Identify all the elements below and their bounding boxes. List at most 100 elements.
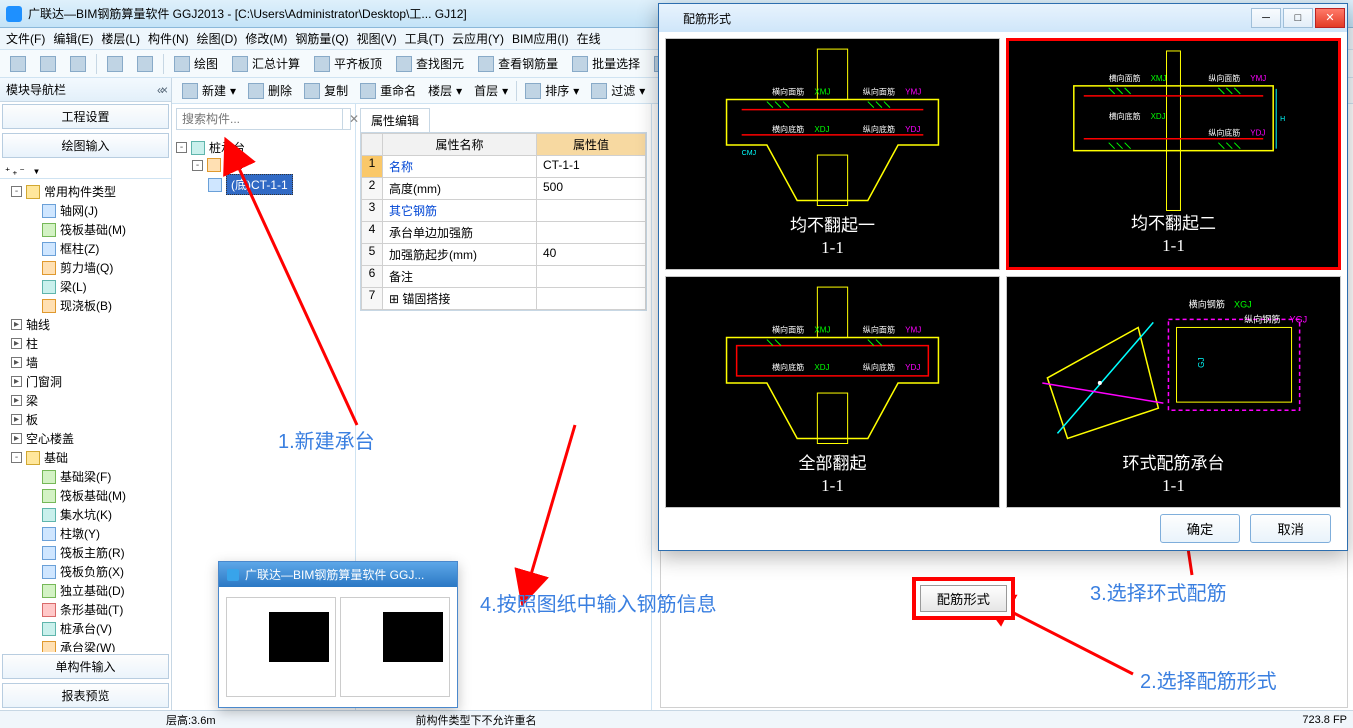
expand-icon[interactable]: ▸ <box>11 357 22 368</box>
property-value[interactable]: 40 <box>537 244 646 266</box>
menu-item[interactable]: 楼层(L) <box>101 30 140 47</box>
undo-icon[interactable] <box>103 54 127 74</box>
property-value[interactable]: 500 <box>537 178 646 200</box>
draw-input-button[interactable]: 绘图输入 <box>2 133 169 158</box>
property-tab[interactable]: 属性编辑 <box>360 108 430 132</box>
menu-item[interactable]: 绘图(D) <box>197 30 238 47</box>
expand-icon[interactable]: ⊞ <box>389 292 402 306</box>
rebar-icon[interactable]: 查看钢筋量 <box>474 53 562 74</box>
tree-row[interactable]: 柱墩(Y) <box>3 524 168 543</box>
toolbar-sort-icon[interactable]: 排序 ▾ <box>521 80 583 101</box>
tree-row[interactable]: 剪力墙(Q) <box>3 258 168 277</box>
open-folder-icon[interactable] <box>36 54 60 74</box>
toolbar-rename-icon[interactable]: 重命名 <box>356 80 420 101</box>
toolbar-楼层[interactable]: 楼层 ▾ <box>424 80 466 101</box>
sigma-icon[interactable]: 汇总计算 <box>228 53 304 74</box>
expand-icon[interactable]: - <box>11 186 22 197</box>
tree-row[interactable]: 桩承台(V) <box>3 619 168 638</box>
property-row[interactable]: 5加强筋起步(mm)40 <box>361 244 646 266</box>
expand-icon[interactable]: ▸ <box>11 395 22 406</box>
tree-row[interactable]: 框柱(Z) <box>3 239 168 258</box>
rebar-option-2[interactable]: 横向面筋XMJ 纵向面筋YMJ 横向底筋XDJ 纵向底筋YDJ 全部翻起1-1 <box>665 276 1000 508</box>
property-value[interactable] <box>537 200 646 222</box>
tree-row[interactable]: 现浇板(B) <box>3 296 168 315</box>
tree-row[interactable]: 梁(L) <box>3 277 168 296</box>
close-button[interactable]: ✕ <box>1315 8 1345 28</box>
expand-icon[interactable]: ▸ <box>11 414 22 425</box>
toolbar-new-icon[interactable]: 新建 ▾ <box>178 80 240 101</box>
property-value[interactable] <box>537 288 646 310</box>
property-row[interactable]: 3其它钢筋 <box>361 200 646 222</box>
property-row[interactable]: 2高度(mm)500 <box>361 178 646 200</box>
expand-icon[interactable]: ▸ <box>11 433 22 444</box>
new-file-icon[interactable] <box>6 54 30 74</box>
component-instance-tree[interactable]: -桩承台-T-1(底)CT-1-1 <box>172 134 355 200</box>
property-row[interactable]: 4承台单边加强筋 <box>361 222 646 244</box>
tree-row[interactable]: 筏板主筋(R) <box>3 543 168 562</box>
tree-row[interactable]: ▸柱 <box>3 334 168 353</box>
expand-icon[interactable]: ▸ <box>11 338 22 349</box>
menu-item[interactable]: 视图(V) <box>357 30 397 47</box>
component-type-tree[interactable]: -常用构件类型轴网(J)筏板基础(M)框柱(Z)剪力墙(Q)梁(L)现浇板(B)… <box>0 179 171 652</box>
menu-item[interactable]: BIM应用(I) <box>512 30 569 47</box>
search-input[interactable] <box>177 109 342 129</box>
proj-settings-button[interactable]: 工程设置 <box>2 104 169 129</box>
menu-item[interactable]: 钢筋量(Q) <box>295 30 348 47</box>
cancel-button[interactable]: 取消 <box>1250 514 1331 543</box>
tree-row[interactable]: -常用构件类型 <box>3 182 168 201</box>
property-row[interactable]: 7⊞ 锚固搭接 <box>361 288 646 310</box>
batch-icon[interactable]: 批量选择 <box>568 53 644 74</box>
expand-icon[interactable]: - <box>11 452 22 463</box>
tree-row[interactable]: 集水坑(K) <box>3 505 168 524</box>
menu-item[interactable]: 云应用(Y) <box>452 30 504 47</box>
save-icon[interactable] <box>66 54 90 74</box>
menu-item[interactable]: 文件(F) <box>6 30 45 47</box>
tree-row[interactable]: 轴网(J) <box>3 201 168 220</box>
toolbar-icon[interactable]: ⁺₊⁻ ▾ <box>4 164 40 178</box>
tree-row[interactable]: 独立基础(D) <box>3 581 168 600</box>
menu-item[interactable]: 工具(T) <box>405 30 444 47</box>
property-value[interactable] <box>537 266 646 288</box>
expand-icon[interactable]: - <box>176 142 187 153</box>
instance-tree-row[interactable]: -桩承台 <box>176 138 351 157</box>
menu-item[interactable]: 修改(M) <box>245 30 287 47</box>
tree-row[interactable]: ▸轴线 <box>3 315 168 334</box>
toolbar-copy-icon[interactable]: 复制 <box>300 80 352 101</box>
menu-item[interactable]: 在线 <box>577 30 601 47</box>
tree-row[interactable]: 筏板基础(M) <box>3 220 168 239</box>
tree-row[interactable]: 基础梁(F) <box>3 467 168 486</box>
draw-icon[interactable]: 绘图 <box>170 53 222 74</box>
tree-row[interactable]: 承台梁(W) <box>3 638 168 652</box>
property-value[interactable] <box>537 222 646 244</box>
rebar-form-button[interactable]: 配筋形式 <box>920 585 1007 612</box>
find-icon[interactable]: 查找图元 <box>392 53 468 74</box>
minimize-button[interactable]: ─ <box>1251 8 1281 28</box>
redo-icon[interactable] <box>133 54 157 74</box>
menu-item[interactable]: 构件(N) <box>148 30 189 47</box>
tree-row[interactable]: -基础 <box>3 448 168 467</box>
tree-row[interactable]: ▸板 <box>3 410 168 429</box>
dialog-titlebar[interactable]: 配筋形式 ─ □ ✕ <box>659 4 1347 32</box>
rebar-option-0[interactable]: 横向面筋XMJ 纵向面筋YMJ 横向底筋XDJ 纵向底筋YDJ CMJ 均不翻起… <box>665 38 1000 270</box>
panel-chevrons[interactable]: « × <box>157 83 165 97</box>
align-top-icon[interactable]: 平齐板顶 <box>310 53 386 74</box>
toolbar-filter-icon[interactable]: 过滤 ▾ <box>587 80 649 101</box>
tree-row[interactable]: 筏板基础(M) <box>3 486 168 505</box>
rebar-option-1[interactable]: 横向面筋XMJ 纵向面筋YMJ 横向底筋XDJ 纵向底筋YDJ H 均不翻起二1… <box>1006 38 1341 270</box>
taskbar-preview[interactable]: 广联达—BIM钢筋算量软件 GGJ... <box>218 561 458 708</box>
tree-row[interactable]: ▸墙 <box>3 353 168 372</box>
tree-row[interactable]: 筏板负筋(X) <box>3 562 168 581</box>
tree-row[interactable]: 条形基础(T) <box>3 600 168 619</box>
expand-icon[interactable]: ▸ <box>11 319 22 330</box>
menu-item[interactable]: 编辑(E) <box>53 30 93 47</box>
toolbar-delete-icon[interactable]: 删除 <box>244 80 296 101</box>
tree-row[interactable]: ▸梁 <box>3 391 168 410</box>
tree-row[interactable]: ▸门窗洞 <box>3 372 168 391</box>
property-value[interactable]: CT-1-1 <box>537 156 646 178</box>
expand-icon[interactable]: ▸ <box>11 376 22 387</box>
maximize-button[interactable]: □ <box>1283 8 1313 28</box>
ok-button[interactable]: 确定 <box>1160 514 1241 543</box>
expand-icon[interactable]: - <box>192 160 203 171</box>
instance-tree-row[interactable]: -T-1 <box>176 157 351 173</box>
toolbar-首层[interactable]: 首层 ▾ <box>470 80 512 101</box>
